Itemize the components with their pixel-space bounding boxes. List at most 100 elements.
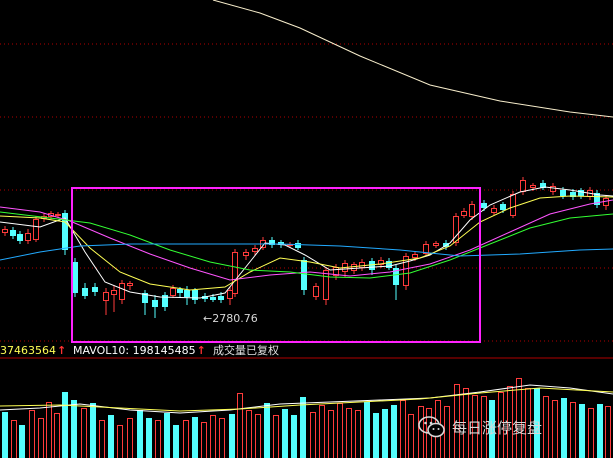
- candle-body: [510, 194, 516, 216]
- volume-bar: [300, 397, 306, 458]
- volume-bar: [29, 410, 35, 458]
- volume-bar: [391, 405, 397, 458]
- volume-value: 37463564↑: [0, 344, 67, 357]
- volume-bar: [364, 402, 370, 458]
- volume-bar: [605, 406, 611, 458]
- volume-bar: [183, 420, 189, 458]
- highlight-box: [71, 187, 481, 343]
- volume-bar: [146, 418, 152, 458]
- volume-bar: [310, 412, 316, 458]
- volume-bar: [355, 410, 361, 458]
- candle-body: [500, 204, 506, 210]
- volume-bar: [71, 400, 77, 458]
- volume-bar: [2, 412, 8, 458]
- candle-body: [227, 290, 233, 299]
- candle-body: [301, 260, 307, 290]
- candle-body: [10, 230, 16, 236]
- stock-chart-window: ←2780.76 37463564↑ MAVOL10: 198145485↑ 成…: [0, 0, 613, 458]
- candle-body: [243, 252, 249, 256]
- candle-body: [313, 286, 319, 297]
- candle-body: [323, 270, 329, 300]
- volume-bar: [38, 418, 44, 458]
- candle-body: [103, 292, 109, 301]
- volume-bar: [246, 410, 252, 458]
- volume-bar: [11, 420, 17, 458]
- volume-bar: [108, 415, 114, 458]
- arrow-up-icon: ↑: [57, 344, 67, 357]
- volume-bar: [173, 425, 179, 458]
- volume-bar: [328, 410, 334, 458]
- candle-body: [218, 296, 224, 300]
- moving-averages: [0, 0, 613, 299]
- candle-body: [578, 190, 584, 196]
- candle-body: [92, 287, 98, 292]
- candle-body: [25, 233, 31, 241]
- candle-body: [55, 214, 61, 216]
- ma60-line: [0, 243, 613, 261]
- candle-body: [177, 289, 183, 293]
- volume-bar: [90, 403, 96, 458]
- volume-bar: [373, 413, 379, 458]
- volume-bar: [62, 392, 68, 458]
- candle-body: [119, 283, 125, 300]
- wechat-icon: [418, 416, 446, 438]
- volume-bar: [552, 400, 558, 458]
- volume-bar: [192, 417, 198, 458]
- volume-adjusted-status: 成交量已复权: [213, 344, 279, 357]
- volume-bar: [579, 404, 585, 458]
- candlestick-chart[interactable]: [0, 0, 613, 458]
- volume-bar: [273, 415, 279, 458]
- volume-bar: [237, 393, 243, 458]
- volume-bar: [291, 415, 297, 458]
- candle-body: [82, 288, 88, 296]
- volume-bar: [282, 409, 288, 458]
- volume-bar: [155, 420, 161, 458]
- volume-bar: [46, 402, 52, 458]
- volume-bar: [210, 415, 216, 458]
- volume-bar: [382, 409, 388, 458]
- candle-body: [210, 297, 216, 300]
- volume-bar: [164, 413, 170, 458]
- candle-body: [359, 262, 365, 268]
- volume-bar: [264, 403, 270, 458]
- volume-bar: [99, 420, 105, 458]
- volume-bar: [543, 396, 549, 458]
- low-price-marker: ←2780.76: [203, 312, 258, 325]
- volume-bar: [597, 404, 603, 458]
- candle-body: [530, 185, 536, 188]
- candle-body: [192, 290, 198, 300]
- candle-body: [295, 243, 301, 248]
- volume-bar: [81, 408, 87, 458]
- candles: [2, 177, 609, 318]
- candle-body: [491, 208, 497, 213]
- candle-body: [33, 219, 39, 240]
- volume-bar: [346, 408, 352, 458]
- volume-bar: [408, 414, 414, 458]
- volume-bar: [588, 408, 594, 458]
- volume-bar: [137, 410, 143, 458]
- arrow-up-icon: ↑: [196, 344, 206, 357]
- volume-bar: [255, 414, 261, 458]
- volume-bar: [337, 403, 343, 458]
- candle-body: [2, 229, 8, 233]
- watermark-text: 每日涨停复盘: [452, 418, 543, 437]
- volume-bar: [400, 400, 406, 458]
- volume-bar: [54, 413, 60, 458]
- candle-body: [560, 190, 566, 196]
- volume-bar: [201, 422, 207, 458]
- candle-body: [252, 248, 258, 252]
- volume-bar: [570, 402, 576, 458]
- candle-body: [127, 283, 133, 286]
- volume-bar: [117, 425, 123, 458]
- candle-body: [184, 290, 190, 297]
- watermark: 每日涨停复盘: [418, 416, 542, 438]
- candle-body: [152, 300, 158, 307]
- volume-bar: [19, 425, 25, 458]
- mavol10-value: MAVOL10: 198145485↑: [73, 344, 206, 357]
- candle-body: [170, 288, 176, 296]
- candle-body: [461, 211, 467, 216]
- ma-long-line: [212, 0, 613, 118]
- candle-body: [232, 252, 238, 294]
- candle-body: [412, 254, 418, 258]
- volume-bar: [561, 398, 567, 458]
